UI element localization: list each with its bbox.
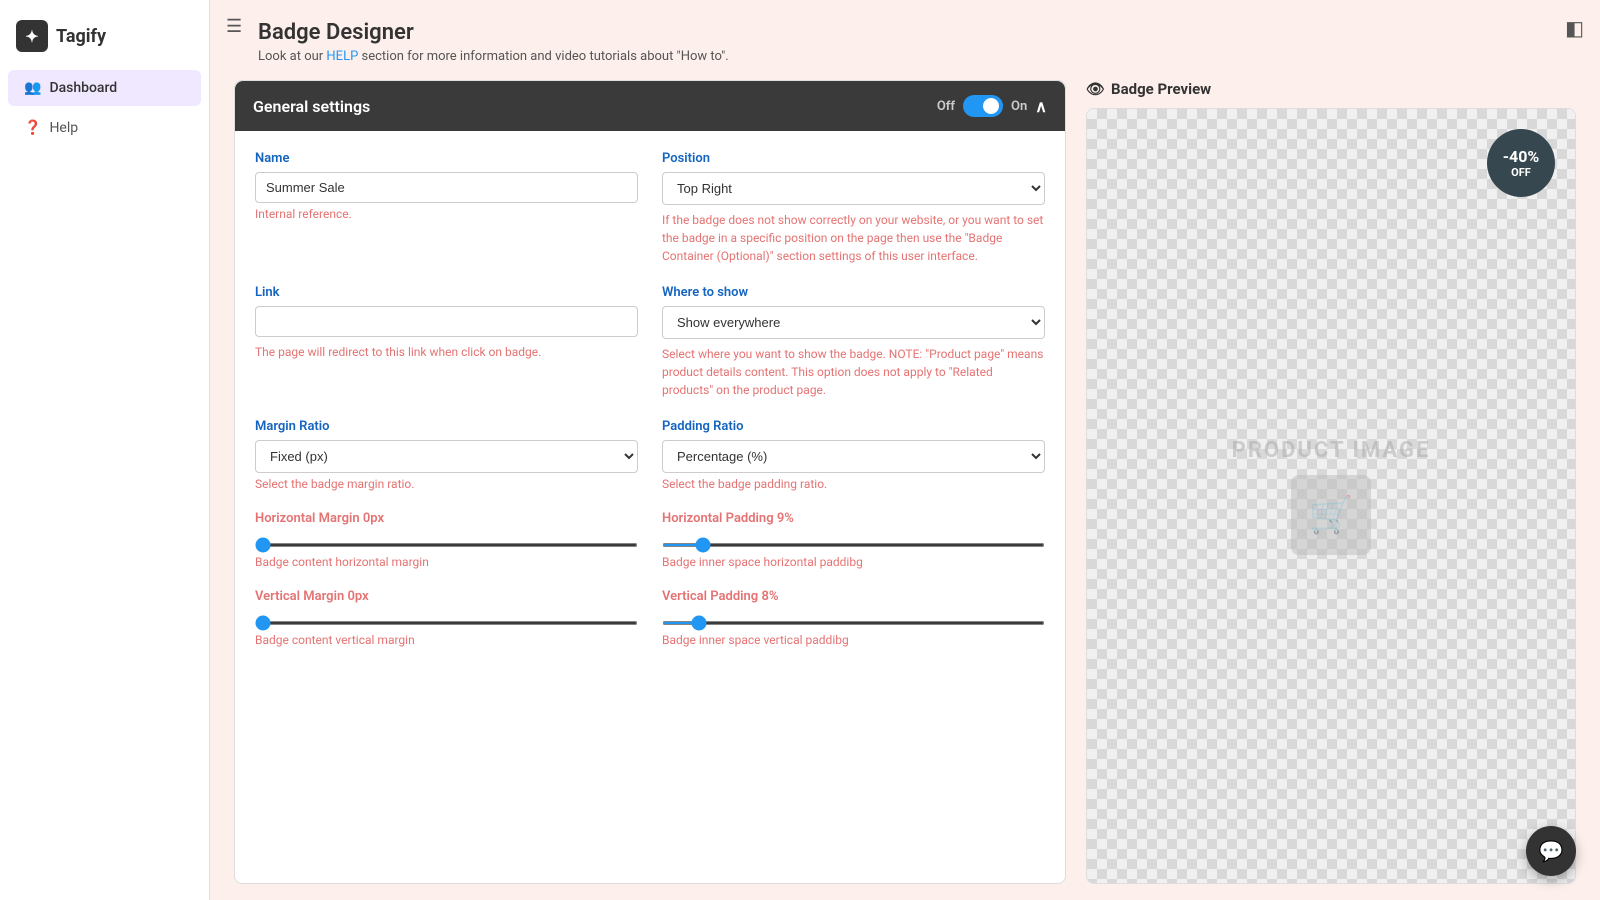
margin-ratio-col: Margin Ratio Fixed (px) Percentage (%) S… (255, 419, 638, 491)
link-input[interactable] (255, 306, 638, 337)
position-description: If the badge does not show correctly on … (662, 211, 1045, 265)
vertical-padding-label: Vertical Padding 8% (662, 589, 1045, 604)
vertical-margin-col: Vertical Margin 0px Badge content vertic… (255, 589, 638, 647)
horizontal-margin-slider[interactable] (255, 543, 638, 547)
horizontal-padding-label: Horizontal Padding 9% (662, 511, 1045, 526)
horizontal-margin-col: Horizontal Margin 0px Badge content hori… (255, 511, 638, 569)
hamburger-icon[interactable]: ☰ (226, 16, 242, 37)
position-select[interactable]: Top Right Top Left Bottom Right Bottom L… (662, 172, 1045, 205)
page-subtitle: Look at our HELP section for more inform… (258, 49, 1576, 64)
horizontal-margin-hint: Badge content horizontal margin (255, 555, 638, 569)
settings-row-name-position: Name Internal reference. Position Top Ri… (255, 151, 1045, 265)
topbar-settings-icon[interactable]: ◧ (1565, 16, 1584, 40)
settings-row-vertical-sliders: Vertical Margin 0px Badge content vertic… (255, 589, 1045, 647)
where-to-show-description: Select where you want to show the badge.… (662, 345, 1045, 399)
cart-icon: 🛒 (1309, 494, 1354, 536)
padding-ratio-hint: Select the badge padding ratio. (662, 477, 1045, 491)
collapse-button[interactable]: ∧ (1035, 97, 1047, 116)
vertical-padding-hint: Badge inner space vertical paddibg (662, 633, 1045, 647)
eye-icon: 👁 (1086, 80, 1105, 98)
margin-ratio-select[interactable]: Fixed (px) Percentage (%) (255, 440, 638, 473)
name-hint: Internal reference. (255, 207, 638, 221)
preview-title: 👁 Badge Preview (1086, 80, 1576, 98)
product-image-text: PRODUCT IMAGE (1232, 438, 1431, 463)
app-name: Tagify (56, 26, 106, 47)
padding-ratio-col: Padding Ratio Percentage (%) Fixed (px) … (662, 419, 1045, 491)
settings-row-margin-padding-ratio: Margin Ratio Fixed (px) Percentage (%) S… (255, 419, 1045, 491)
horizontal-margin-label: Horizontal Margin 0px (255, 511, 638, 526)
sidebar-item-label-help: Help (49, 120, 78, 136)
name-col: Name Internal reference. (255, 151, 638, 265)
preview-image-area: PRODUCT IMAGE 🛒 -40% OFF (1087, 109, 1575, 883)
help-link[interactable]: HELP (326, 49, 358, 64)
preview-panel: 👁 Badge Preview PRODUCT IMAGE 🛒 -40% OFF (1086, 80, 1576, 884)
preview-card: PRODUCT IMAGE 🛒 -40% OFF (1086, 108, 1576, 884)
padding-ratio-select[interactable]: Percentage (%) Fixed (px) (662, 440, 1045, 473)
margin-ratio-hint: Select the badge margin ratio. (255, 477, 638, 491)
where-to-show-select[interactable]: Show everywhere Product page only Collec… (662, 306, 1045, 339)
sidebar-item-dashboard[interactable]: 👥 Dashboard (8, 70, 201, 106)
toggle-switch[interactable] (963, 95, 1003, 117)
badge-off: OFF (1511, 167, 1531, 178)
link-label: Link (255, 285, 638, 300)
page-header: Badge Designer Look at our HELP section … (210, 0, 1600, 72)
position-col: Position Top Right Top Left Bottom Right… (662, 151, 1045, 265)
cart-icon-box: 🛒 (1291, 475, 1371, 555)
where-to-show-label: Where to show (662, 285, 1045, 300)
vertical-margin-slider[interactable] (255, 621, 638, 625)
settings-header-label: General settings (253, 97, 370, 116)
settings-row-link-where: Link The page will redirect to this link… (255, 285, 1045, 399)
badge-percent: -40% (1503, 149, 1540, 165)
vertical-padding-slider[interactable] (662, 621, 1045, 625)
settings-card: General settings Off On ∧ Name (234, 80, 1066, 884)
settings-row-horizontal-sliders: Horizontal Margin 0px Badge content hori… (255, 511, 1045, 569)
chat-icon: 💬 (1539, 839, 1564, 863)
padding-ratio-label: Padding Ratio (662, 419, 1045, 434)
content-area: General settings Off On ∧ Name (210, 72, 1600, 900)
page-title: Badge Designer (258, 20, 1576, 45)
horizontal-padding-slider[interactable] (662, 543, 1045, 547)
product-image-placeholder: PRODUCT IMAGE 🛒 (1232, 438, 1431, 555)
link-col: Link The page will redirect to this link… (255, 285, 638, 399)
main-content: ☰ ◧ Badge Designer Look at our HELP sect… (210, 0, 1600, 900)
dashboard-icon: 👥 (24, 80, 41, 96)
margin-ratio-label: Margin Ratio (255, 419, 638, 434)
toggle-on-label: On (1011, 99, 1027, 114)
toggle-off-label: Off (937, 99, 955, 114)
settings-header-actions: Off On ∧ (937, 95, 1047, 117)
chat-bubble[interactable]: 💬 (1526, 826, 1576, 876)
vertical-margin-label: Vertical Margin 0px (255, 589, 638, 604)
logo-icon: ✦ (16, 20, 48, 52)
sidebar: ✦ Tagify 👥 Dashboard ❓ Help (0, 0, 210, 900)
settings-body: Name Internal reference. Position Top Ri… (235, 131, 1065, 687)
horizontal-padding-hint: Badge inner space horizontal paddibg (662, 555, 1045, 569)
name-label: Name (255, 151, 638, 166)
position-label: Position (662, 151, 1045, 166)
where-to-show-col: Where to show Show everywhere Product pa… (662, 285, 1045, 399)
vertical-padding-col: Vertical Padding 8% Badge inner space ve… (662, 589, 1045, 647)
name-input[interactable] (255, 172, 638, 203)
settings-header: General settings Off On ∧ (235, 81, 1065, 131)
link-hint: The page will redirect to this link when… (255, 343, 638, 361)
help-icon: ❓ (24, 120, 41, 136)
app-logo: ✦ Tagify (0, 12, 209, 68)
badge-circle: -40% OFF (1487, 129, 1555, 197)
vertical-margin-hint: Badge content vertical margin (255, 633, 638, 647)
sidebar-item-label-dashboard: Dashboard (49, 80, 117, 96)
horizontal-padding-col: Horizontal Padding 9% Badge inner space … (662, 511, 1045, 569)
sidebar-item-help[interactable]: ❓ Help (8, 110, 201, 146)
